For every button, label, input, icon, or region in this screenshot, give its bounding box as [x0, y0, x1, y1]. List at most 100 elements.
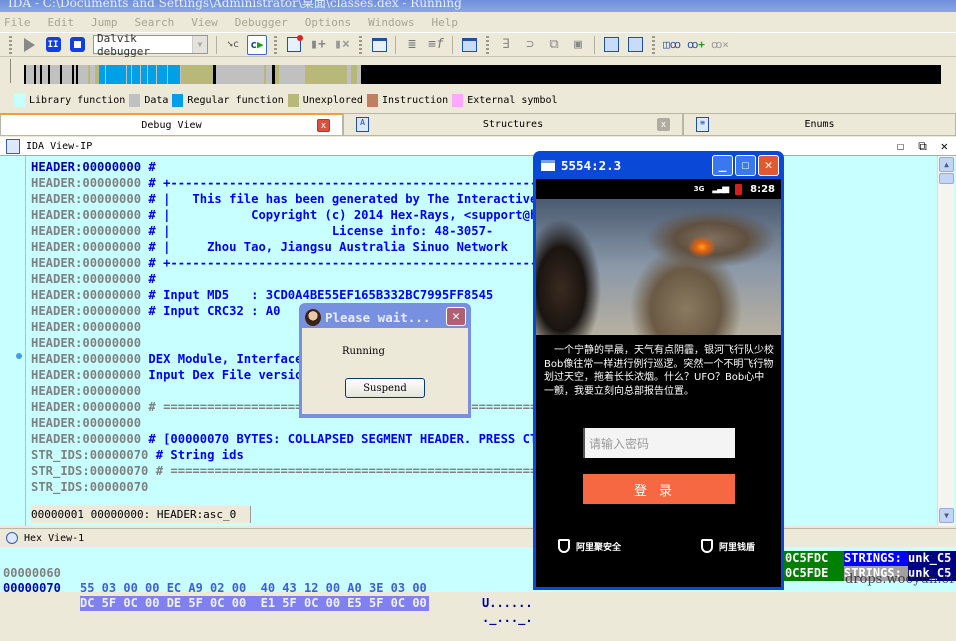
nav-segment[interactable] [148, 65, 156, 84]
code-line[interactable]: HEADER:00000000 [31, 335, 931, 351]
close-icon[interactable]: x [317, 119, 330, 132]
tab-debug-view[interactable]: Debug View x [0, 113, 343, 136]
navigation-band[interactable] [10, 59, 956, 84]
hex-bytes[interactable]: 55 03 00 00 EC A9 02 00 40 43 12 00 A0 3… [80, 581, 427, 596]
login-button[interactable]: 登录 [583, 474, 735, 504]
nav-segment[interactable] [62, 65, 72, 84]
stack-trace-button[interactable] [625, 35, 645, 55]
nav-segment[interactable] [305, 65, 347, 84]
module-list-button[interactable] [601, 35, 621, 55]
toolbar-grip[interactable] [359, 35, 362, 54]
code-line[interactable]: HEADER:00000000 DEX Module, Interface [31, 351, 931, 367]
watch-view-button[interactable]: ◫ꝏ [662, 35, 682, 55]
run-button[interactable] [19, 35, 39, 55]
code-line[interactable]: HEADER:00000000 # | License info: 48-305… [31, 223, 931, 239]
nav-segment[interactable] [279, 65, 305, 84]
code-line[interactable]: HEADER:00000000 # | Zhou Tao, Jiangsu Au… [31, 239, 931, 255]
nav-segment[interactable] [168, 65, 180, 84]
tab-enums[interactable]: ≡ Enums [683, 113, 956, 136]
step-over-button[interactable]: ⊃ [520, 35, 540, 55]
code-line[interactable]: HEADER:00000000 [31, 319, 931, 335]
toolbar-grip[interactable] [274, 35, 277, 54]
nav-segment[interactable] [216, 65, 264, 84]
close-icon[interactable]: ✕ [941, 139, 948, 154]
maximize-icon[interactable]: ☐ [735, 155, 756, 176]
nav-segment[interactable] [132, 65, 140, 84]
step-out-button[interactable]: ▣ [568, 35, 588, 55]
step-into-button-2[interactable]: ∃ [496, 35, 516, 55]
minimize-icon[interactable]: _ [712, 155, 733, 176]
delete-breakpoint-button[interactable]: ▮× [332, 35, 352, 55]
scroll-thumb[interactable] [939, 173, 954, 184]
close-icon[interactable]: ✕ [446, 307, 466, 326]
menu-debugger[interactable]: Debugger [235, 16, 288, 29]
stop-button[interactable] [67, 35, 87, 55]
menu-view[interactable]: View [191, 16, 218, 29]
delete-watch-button[interactable]: ꝏ× [710, 35, 730, 55]
show-debugger-button[interactable] [369, 35, 389, 55]
toolbar-grip[interactable] [486, 35, 489, 54]
nav-segment[interactable] [78, 65, 88, 84]
code-line[interactable]: HEADER:00000000 # | Copyright (c) 2014 H… [31, 207, 931, 223]
vertical-scrollbar[interactable]: ▲ ▼ [937, 156, 954, 526]
code-line[interactable]: HEADER:00000000 [31, 415, 931, 431]
run-until-return-button[interactable]: ⧉ [544, 35, 564, 55]
close-icon[interactable]: x [657, 118, 670, 131]
attach-button[interactable]: ➘c [223, 35, 243, 55]
nav-segment[interactable] [50, 65, 60, 84]
code-line[interactable]: STR_IDS:00000070 # =====================… [31, 463, 931, 479]
close-icon[interactable]: ✕ [758, 155, 779, 176]
code-line[interactable]: HEADER:00000000 # +---------------------… [31, 175, 931, 191]
navigation-strip[interactable] [24, 65, 956, 84]
maximize-icon[interactable]: ☐ [897, 139, 904, 154]
step-over-function-button[interactable]: ≡f [426, 35, 446, 55]
code-line[interactable]: HEADER:00000000 [31, 383, 931, 399]
suspend-button[interactable]: Suspend [345, 378, 425, 398]
emulator-titlebar[interactable]: 5554:2.3 _ ☐ ✕ [536, 151, 781, 179]
pause-button[interactable]: II [43, 35, 63, 55]
menu-windows[interactable]: Windows [368, 16, 414, 29]
step-into-button[interactable]: ≣ [402, 35, 422, 55]
code-line[interactable]: HEADER:00000000 # +---------------------… [31, 255, 931, 271]
nav-segment[interactable] [361, 65, 941, 84]
code-line[interactable]: HEADER:00000000 # [00000070 BYTES: COLLA… [31, 431, 931, 447]
password-input[interactable]: 请输入密码 [583, 428, 735, 458]
scroll-up-icon[interactable]: ▲ [939, 157, 954, 172]
scroll-down-icon[interactable]: ▼ [939, 508, 954, 523]
code-line[interactable]: HEADER:00000000 Input Dex File version [31, 367, 931, 383]
restore-icon[interactable]: ⧉ [918, 139, 927, 154]
add-watch-button[interactable]: ꝏ+ [686, 35, 706, 55]
code-line[interactable]: HEADER:00000000 # Input MD5 : 3CD0A4BE55… [31, 287, 931, 303]
ida-view[interactable]: HEADER:00000000 # HEADER:00000000 # +----… [0, 156, 956, 526]
nav-segment[interactable] [157, 65, 167, 84]
arrow-gutter[interactable] [0, 156, 26, 526]
code-line[interactable]: HEADER:00000000 # [31, 159, 931, 175]
menu-options[interactable]: Options [305, 16, 351, 29]
thread-list-button[interactable] [459, 35, 479, 55]
menu-help[interactable]: Help [431, 16, 458, 29]
debugger-select[interactable]: Dalvik debugger ▼ [93, 32, 208, 58]
tab-structures[interactable]: A Structures x [343, 113, 683, 136]
nav-segment[interactable] [181, 65, 213, 84]
code-line[interactable]: HEADER:00000000 # | This file has been g… [31, 191, 931, 207]
run-to-cursor-button[interactable]: c▶ [247, 34, 267, 55]
code-line[interactable]: HEADER:00000000 # ======================… [31, 399, 931, 415]
toolbar-grip[interactable] [652, 35, 655, 54]
code-line[interactable]: STR_IDS:00000070 [31, 479, 931, 495]
dialog-titlebar[interactable]: Please wait... ✕ [302, 306, 468, 328]
toolbar-grip[interactable] [9, 35, 12, 54]
nav-segment[interactable] [26, 65, 34, 84]
nav-segment[interactable] [106, 65, 126, 84]
add-breakpoint-button[interactable]: ▮+ [308, 35, 328, 55]
code-line[interactable]: STR_IDS:00000070 # String ids [31, 447, 931, 463]
hex-bytes[interactable]: DC 5F 0C 00 DE 5F 0C 00 E1 5F 0C 00 E5 5… [80, 596, 429, 611]
code-line[interactable]: HEADER:00000000 # Input CRC32 : A0 [31, 303, 931, 319]
emulator-screen[interactable]: 3G ▂▃▅ 8:28 一个宁静的早晨，天气有点阴霾，银河飞行队少校Bob像往常… [536, 179, 781, 587]
breakpoint-list-button[interactable] [284, 35, 304, 55]
menu-jump[interactable]: Jump [91, 16, 118, 29]
menu-edit[interactable]: Edit [48, 16, 75, 29]
menu-file[interactable]: File [4, 16, 31, 29]
code-line[interactable]: HEADER:00000000 # [31, 271, 931, 287]
menu-search[interactable]: Search [135, 16, 175, 29]
disassembly-listing[interactable]: HEADER:00000000 # HEADER:00000000 # +----… [31, 159, 931, 495]
